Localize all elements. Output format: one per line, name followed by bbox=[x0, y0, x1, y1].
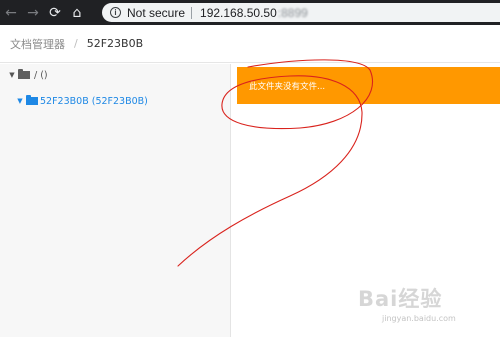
file-list-area: 此文件夹没有文件... bbox=[231, 64, 500, 337]
folder-open-icon bbox=[26, 95, 38, 105]
url-text: 192.168.50.50 bbox=[200, 5, 277, 20]
back-icon[interactable]: ← bbox=[0, 0, 22, 25]
chevron-down-icon[interactable]: ▼ bbox=[6, 71, 18, 79]
tree-item-52f23b0b-label[interactable]: 52F23B0B (52F23B0B) bbox=[40, 96, 148, 107]
breadcrumb-root[interactable]: 文档管理器 bbox=[10, 36, 65, 52]
chevron-down-icon[interactable]: ▼ bbox=[14, 97, 26, 105]
info-icon[interactable]: i bbox=[110, 7, 121, 18]
reload-icon[interactable]: ⟳ bbox=[44, 0, 66, 25]
breadcrumb: 文档管理器 / 52F23B0B bbox=[0, 25, 500, 63]
empty-folder-message: 此文件夹没有文件... bbox=[249, 81, 326, 92]
tree-item-root[interactable]: ▼ / () bbox=[6, 68, 48, 82]
address-bar[interactable]: i Not secure 192.168.50.50 :8899 bbox=[102, 3, 500, 22]
breadcrumb-separator: / bbox=[74, 37, 78, 50]
address-divider bbox=[191, 6, 193, 19]
tree-item-52f23b0b[interactable]: ▼ 52F23B0B (52F23B0B) bbox=[14, 94, 148, 108]
home-icon[interactable]: ⌂ bbox=[66, 0, 88, 25]
empty-folder-alert: 此文件夹没有文件... bbox=[237, 67, 500, 104]
folder-open-icon bbox=[18, 69, 30, 79]
folder-tree-sidebar: ▼ / () ▼ 52F23B0B (52F23B0B) bbox=[0, 64, 231, 337]
browser-toolbar: ← → ⟳ ⌂ i Not secure 192.168.50.50 :8899 bbox=[0, 0, 500, 25]
url-blurred-text: :8899 bbox=[277, 5, 308, 20]
page: ← → ⟳ ⌂ i Not secure 192.168.50.50 :8899… bbox=[0, 0, 500, 337]
tree-item-root-label[interactable]: / () bbox=[34, 70, 48, 81]
breadcrumb-current: 52F23B0B bbox=[86, 37, 144, 50]
security-label: Not secure bbox=[127, 5, 186, 20]
forward-icon[interactable]: → bbox=[22, 0, 44, 25]
